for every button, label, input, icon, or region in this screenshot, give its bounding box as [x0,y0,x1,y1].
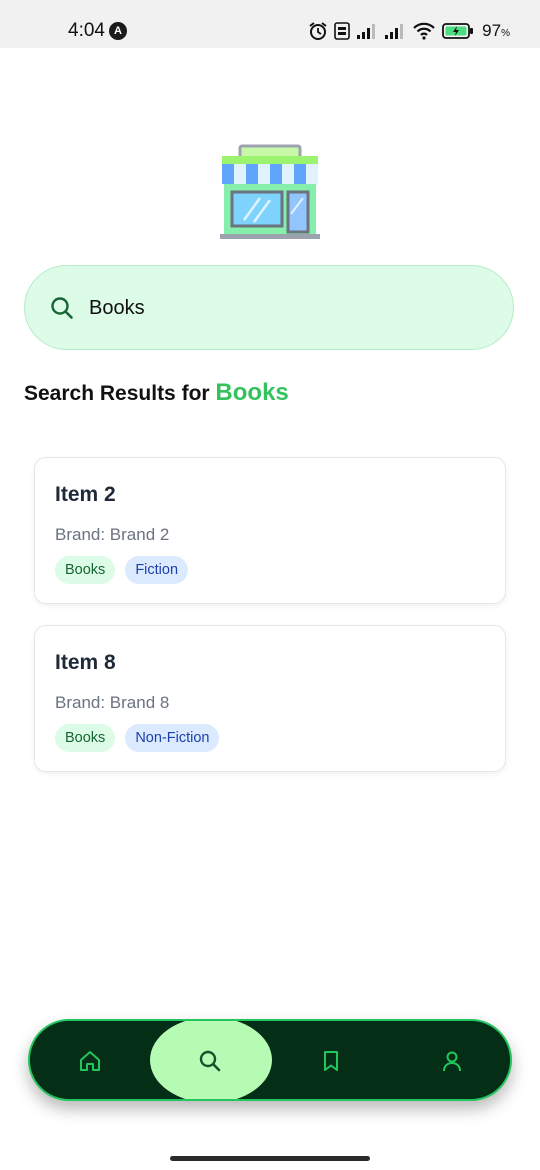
item-tags: Books Non-Fiction [55,724,220,752]
status-bar: 4:04 A 97% [0,0,540,48]
battery-percent: 97% [482,21,510,40]
category-tag: Books [55,556,116,584]
genre-tag: Fiction [125,556,189,584]
item-title: Item 2 [55,483,116,506]
nav-search[interactable] [150,1021,272,1099]
wifi-icon [413,22,435,40]
nav-bookmarks[interactable] [271,1021,391,1099]
search-icon [51,297,73,319]
app-notification-icon: A [109,22,127,40]
battery-charging-icon [442,23,474,39]
result-card[interactable]: Item 8 Brand: Brand 8 Books Non-Fiction [34,625,506,772]
status-icons: 97% [308,18,510,44]
results-heading-prefix: Search Results for [24,382,210,405]
category-tag: Books [55,724,116,752]
item-brand: Brand: Brand 2 [55,525,170,544]
item-tags: Books Fiction [55,556,189,584]
nav-home[interactable] [30,1021,150,1099]
results-heading: Search Results for Books [24,379,289,407]
result-card[interactable]: Item 2 Brand: Brand 2 Books Fiction [34,457,506,604]
bookmark-icon [324,1051,338,1071]
user-icon [443,1051,461,1072]
home-icon [80,1051,100,1071]
search-icon [199,1050,221,1072]
results-query: Books [215,379,289,406]
genre-tag: Non-Fiction [125,724,220,752]
signal-icon-2 [385,24,404,39]
store-icon [220,144,320,239]
bottom-nav [28,1019,512,1101]
item-brand: Brand: Brand 8 [55,693,170,712]
alarm-icon [309,22,327,40]
status-time: 4:04 [68,20,105,41]
nav-profile[interactable] [392,1021,510,1099]
signal-icon-1 [357,24,376,39]
volte-icon [334,22,350,40]
search-input[interactable]: Books [24,265,514,350]
item-title: Item 8 [55,651,116,674]
search-value: Books [89,297,145,319]
home-indicator[interactable] [170,1156,370,1161]
